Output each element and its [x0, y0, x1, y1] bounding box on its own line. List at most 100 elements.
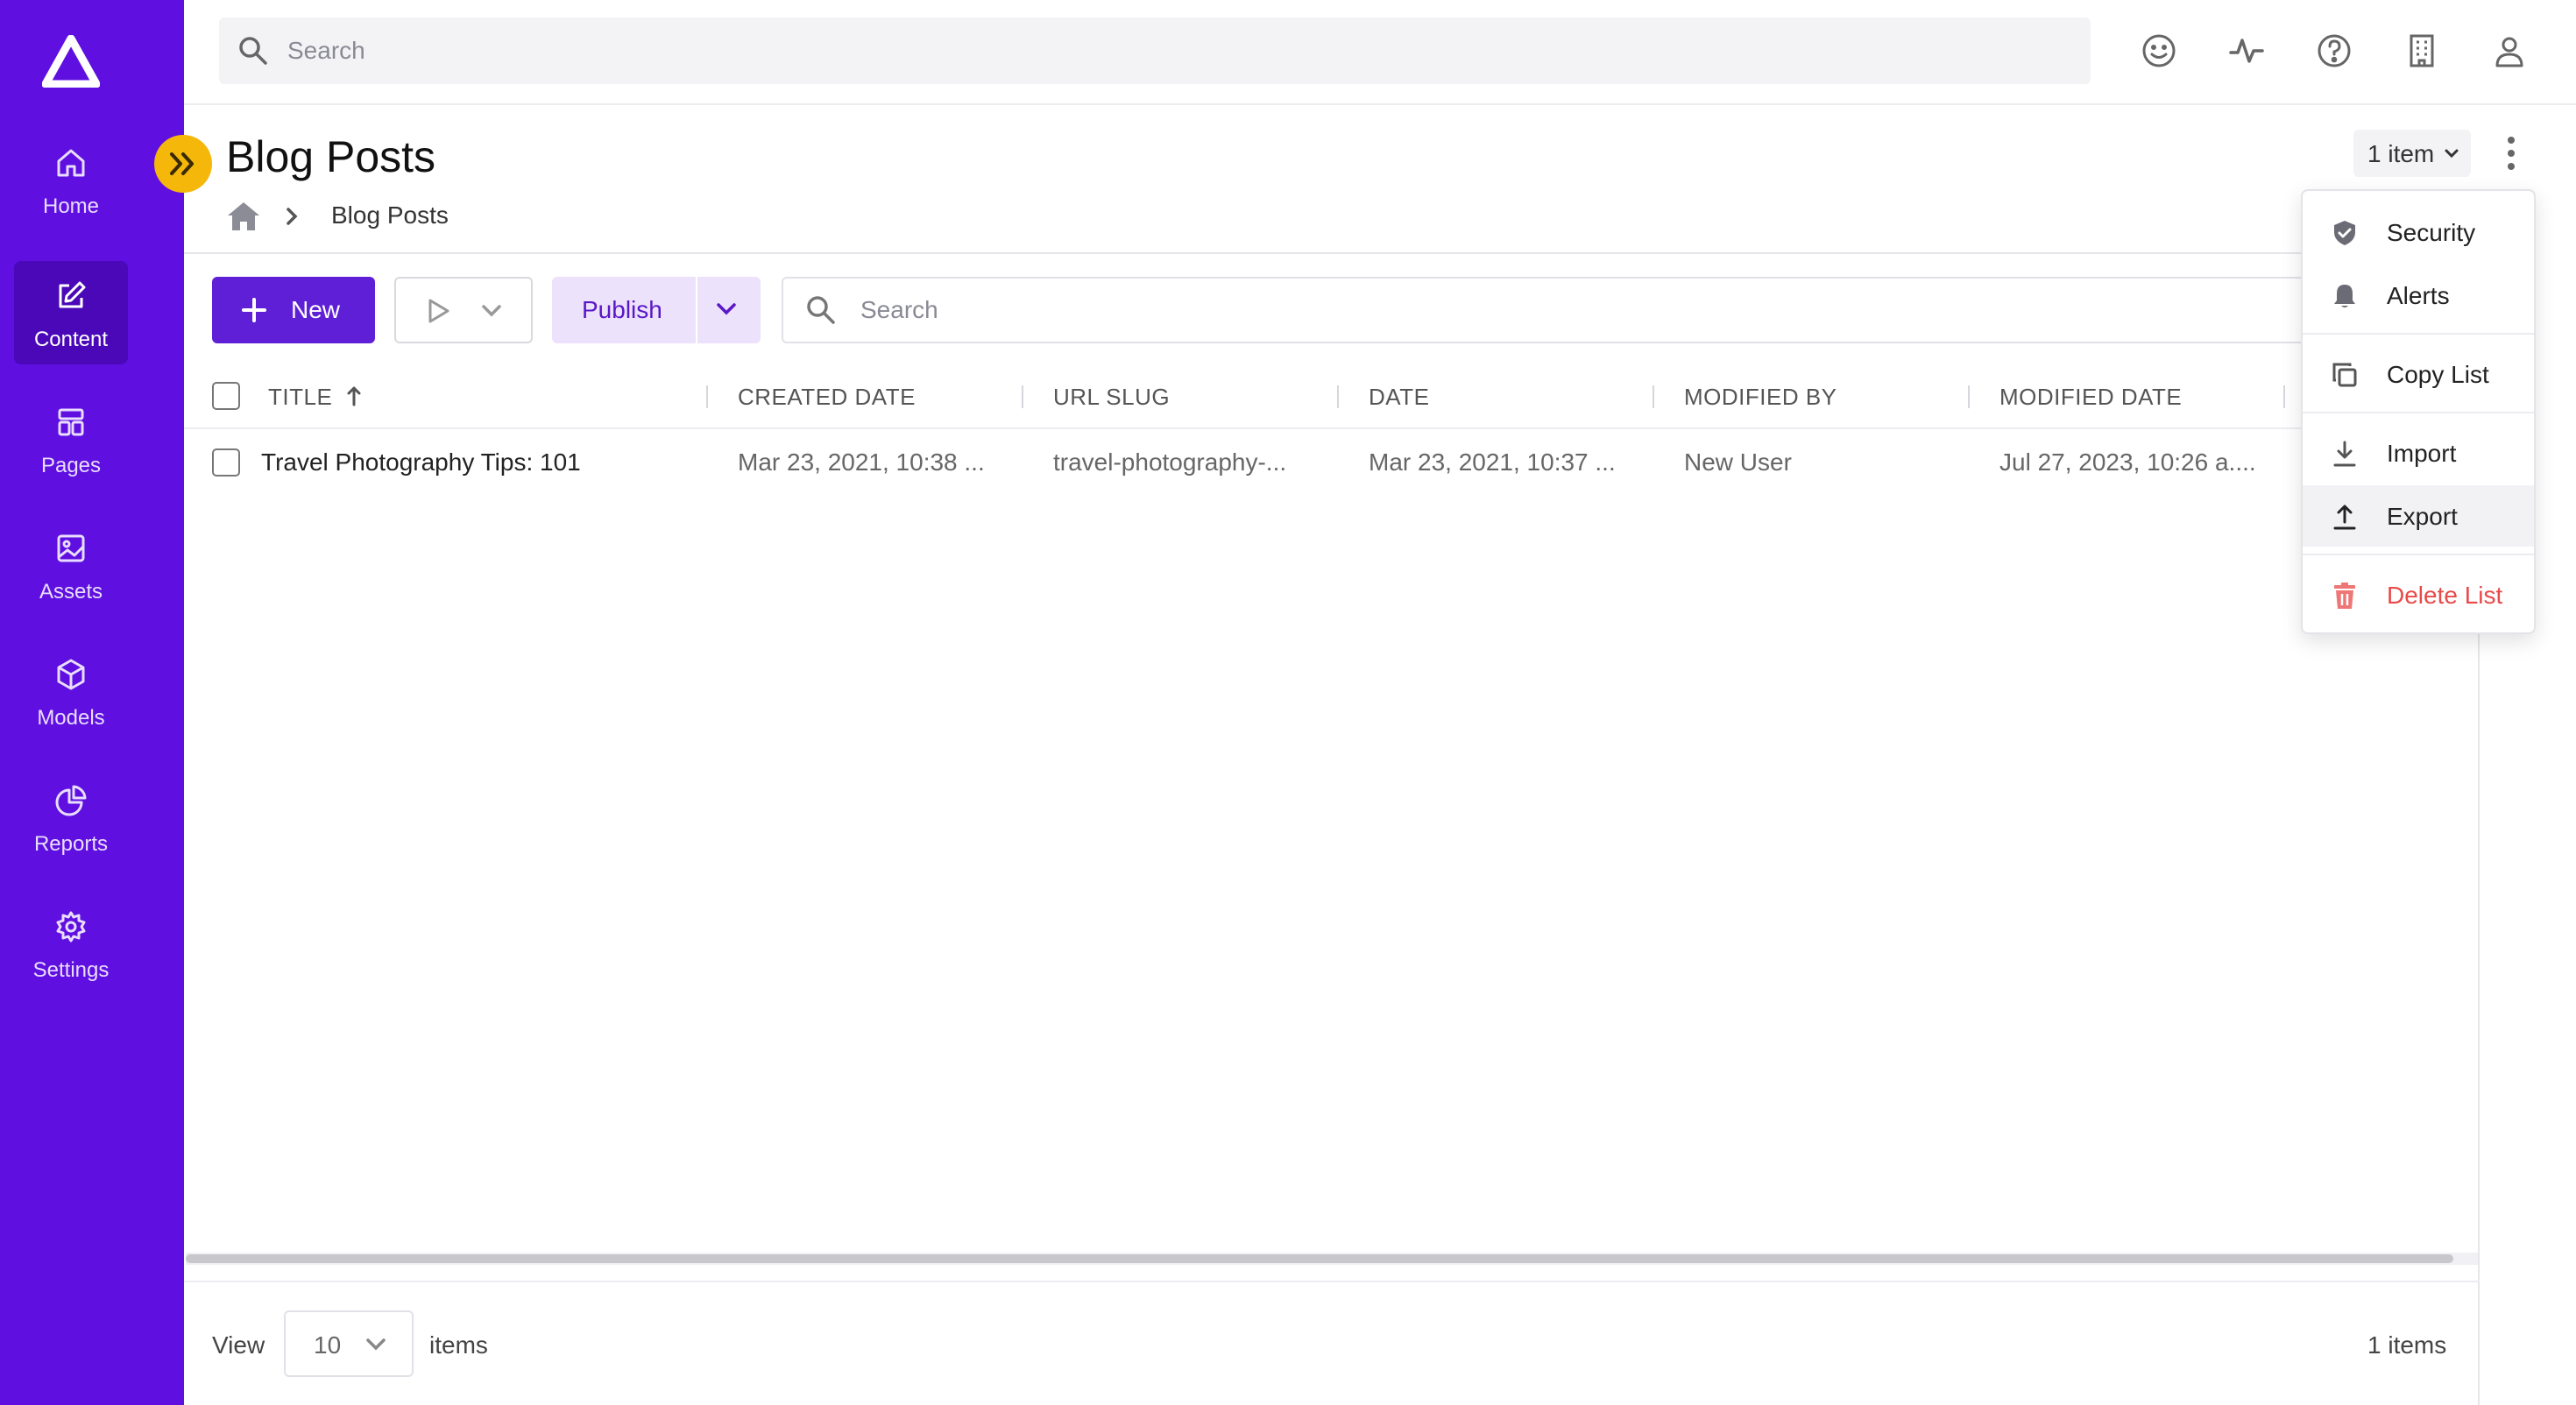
sidebar-item-label: Settings	[32, 958, 110, 982]
menu-item-copy-list[interactable]: Copy List	[2303, 343, 2534, 405]
activity-icon[interactable]	[2227, 32, 2266, 70]
menu-item-alerts[interactable]: Alerts	[2303, 265, 2534, 326]
more-options-icon[interactable]	[2494, 133, 2529, 173]
global-search-input[interactable]	[287, 18, 2040, 84]
new-button[interactable]: New	[212, 277, 375, 343]
menu-divider	[2303, 333, 2534, 335]
plus-icon	[242, 298, 266, 322]
list-search-input[interactable]	[860, 279, 2175, 342]
scrollbar-thumb[interactable]	[186, 1254, 2453, 1263]
publish-button-label: Publish	[582, 296, 662, 323]
column-resize-handle[interactable]	[1022, 385, 1023, 408]
user-icon[interactable]	[2490, 32, 2529, 70]
select-all-checkbox[interactable]	[212, 382, 240, 410]
bell-icon	[2334, 285, 2355, 307]
double-chevron-right-icon	[170, 152, 194, 175]
search-icon	[239, 37, 267, 65]
cell-url-slug: travel-photography-...	[1053, 448, 1287, 476]
menu-divider	[2303, 554, 2534, 555]
help-icon[interactable]	[2315, 32, 2353, 70]
column-resize-handle[interactable]	[706, 385, 708, 408]
shield-icon	[2334, 221, 2355, 245]
play-icon	[428, 299, 449, 323]
cell-modified-by: New User	[1684, 448, 1792, 476]
home-icon[interactable]	[226, 200, 261, 233]
sidebar-item-label: Assets	[39, 580, 103, 604]
header-divider	[184, 252, 2480, 254]
copy-icon	[2332, 363, 2357, 387]
top-bar	[184, 0, 2576, 105]
menu-item-label: Import	[2387, 440, 2457, 467]
menu-item-label: Alerts	[2387, 282, 2450, 309]
list-search	[782, 277, 2306, 343]
sidebar-item-label: Pages	[40, 454, 102, 477]
column-resize-handle[interactable]	[1652, 385, 1654, 408]
chevron-down-icon[interactable]	[715, 301, 738, 317]
item-count-dropdown[interactable]: 1 item	[2353, 130, 2471, 177]
publish-button[interactable]: Publish	[552, 277, 761, 343]
search-icon	[807, 296, 835, 324]
column-header-date[interactable]: DATE	[1369, 384, 1429, 411]
global-search	[219, 18, 2091, 84]
app-logo[interactable]	[42, 35, 100, 88]
image-icon	[57, 534, 85, 562]
footer-divider	[184, 1281, 2480, 1282]
building-icon[interactable]	[2403, 32, 2441, 70]
sidebar-item-settings[interactable]: Settings	[14, 892, 128, 995]
sidebar-item-home[interactable]: Home	[14, 128, 128, 231]
menu-item-delete-list[interactable]: Delete List	[2303, 564, 2534, 625]
column-resize-handle[interactable]	[2283, 385, 2285, 408]
sidebar-item-models[interactable]: Models	[14, 639, 128, 743]
pages-icon	[58, 408, 84, 436]
cell-date: Mar 23, 2021, 10:37 ...	[1369, 448, 1616, 476]
sidebar-item-label: Home	[42, 194, 100, 218]
cell-modified-date: Jul 27, 2023, 10:26 a....	[1999, 448, 2256, 476]
menu-item-label: Security	[2387, 219, 2476, 246]
upload-icon	[2333, 505, 2356, 530]
view-label: View	[212, 1331, 265, 1359]
table-row[interactable]: Travel Photography Tips: 101 Mar 23, 202…	[184, 431, 2480, 498]
sidebar-item-label: Content	[33, 328, 109, 351]
menu-divider	[2303, 412, 2534, 413]
horizontal-scrollbar[interactable]	[186, 1253, 2478, 1265]
cube-icon	[57, 659, 85, 690]
page-title: Blog Posts	[226, 132, 436, 181]
sidebar-item-reports[interactable]: Reports	[14, 766, 128, 869]
cell-title[interactable]: Travel Photography Tips: 101	[261, 448, 581, 477]
sidebar-item-assets[interactable]: Assets	[14, 513, 128, 617]
chevron-down-icon	[482, 305, 501, 317]
breadcrumb-current: Blog Posts	[331, 201, 449, 229]
sort-ascending-icon[interactable]	[345, 384, 363, 408]
cell-created-date: Mar 23, 2021, 10:38 ...	[738, 448, 985, 476]
chevron-right-icon	[287, 208, 298, 225]
sidebar: Home Content Pages Assets Models Reports…	[0, 0, 184, 1405]
new-button-label: New	[291, 296, 341, 323]
menu-item-label: Delete List	[2387, 582, 2503, 609]
menu-item-import[interactable]: Import	[2303, 422, 2534, 484]
publish-divider	[696, 277, 697, 343]
page-size-select[interactable]: 10	[284, 1310, 414, 1377]
gear-icon	[56, 911, 86, 943]
column-header-title[interactable]: TITLE	[268, 384, 332, 411]
row-checkbox[interactable]	[212, 448, 240, 477]
list-options-menu: Security Alerts Copy List Import Export	[2301, 189, 2536, 634]
column-header-modified-by[interactable]: MODIFIED BY	[1684, 384, 1837, 411]
sidebar-item-label: Models	[37, 706, 105, 730]
expand-panel-button[interactable]	[154, 135, 212, 193]
sidebar-item-content[interactable]: Content	[14, 261, 128, 364]
column-resize-handle[interactable]	[1968, 385, 1970, 408]
column-header-modified-date[interactable]: MODIFIED DATE	[1999, 384, 2182, 411]
smiley-icon[interactable]	[2140, 32, 2178, 70]
column-header-created-date[interactable]: CREATED DATE	[738, 384, 916, 411]
column-resize-handle[interactable]	[1337, 385, 1339, 408]
run-workflow-button[interactable]	[394, 277, 533, 343]
page-size-value: 10	[314, 1331, 342, 1359]
menu-item-export[interactable]: Export	[2303, 485, 2534, 547]
menu-item-label: Copy List	[2387, 361, 2489, 388]
sidebar-item-pages[interactable]: Pages	[14, 387, 128, 491]
edit-icon	[59, 281, 86, 308]
pie-chart-icon	[55, 785, 87, 816]
menu-item-label: Export	[2387, 503, 2458, 530]
column-header-url-slug[interactable]: URL SLUG	[1053, 384, 1170, 411]
menu-item-security[interactable]: Security	[2303, 201, 2534, 263]
